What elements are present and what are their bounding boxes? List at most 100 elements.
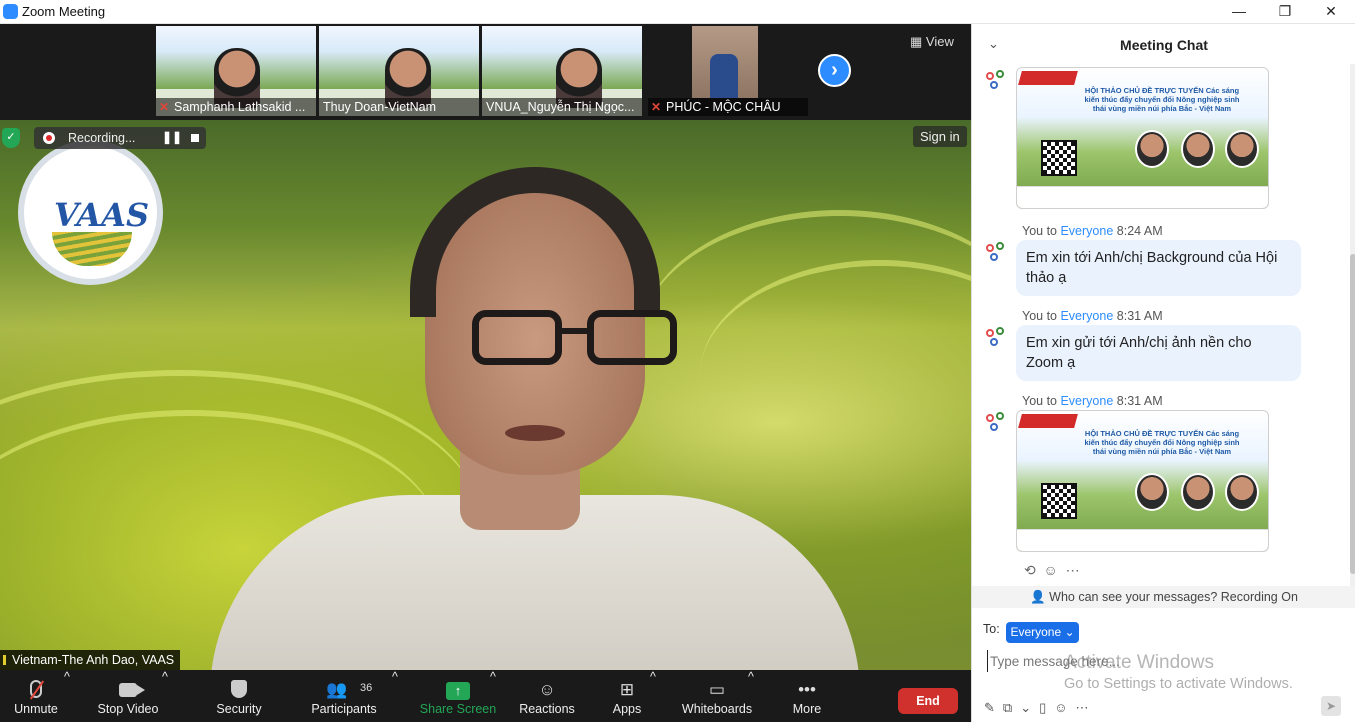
restore-button[interactable]: ❐ <box>1262 0 1308 24</box>
next-page-button[interactable]: › <box>818 54 851 87</box>
chat-title: Meeting Chat <box>1120 37 1208 53</box>
participant-name: Thuy Doan-VietNam <box>319 98 479 116</box>
format-icon[interactable]: ✎ <box>984 700 1003 715</box>
image-sponsor-footer <box>1017 529 1268 551</box>
avatar <box>986 70 1010 94</box>
recipient-link[interactable]: Everyone <box>1060 224 1113 238</box>
add-reaction-icon[interactable]: ☺ <box>1044 562 1058 578</box>
window-titlebar: Zoom Meeting — ❐ ✕ <box>0 0 1355 24</box>
message-time: 8:31 AM <box>1116 309 1163 323</box>
stop-video-button[interactable]: Stop Video <box>92 670 164 722</box>
chat-message: Em xin gửi tới Anh/chị ảnh nền cho Zoom … <box>1016 325 1301 381</box>
image-title: HỘI THẢO CHỦ ĐỀ TRỰC TUYẾN Các sáng kiến… <box>1084 429 1240 456</box>
window-title: Zoom Meeting <box>22 4 106 19</box>
image-speaker-photo <box>1181 473 1215 511</box>
mic-muted-icon: ✕ <box>651 100 662 114</box>
participants-count: 36 <box>360 682 373 694</box>
meeting-toolbar: Unmute ^ Stop Video ^ Security 👥 Partici… <box>0 670 971 722</box>
participants-label: Participants <box>311 702 377 716</box>
privacy-notice[interactable]: 👤 Who can see your messages? Recording O… <box>972 586 1355 608</box>
rice-field-graphic <box>52 232 132 266</box>
smiley-icon: ☺ <box>538 680 556 699</box>
reactions-button[interactable]: ☺ Reactions <box>516 670 578 722</box>
whiteboards-button[interactable]: ▭ Whiteboards <box>678 670 756 722</box>
end-meeting-button[interactable]: End <box>898 688 958 714</box>
screenshot-icon[interactable]: ⧉ <box>1003 700 1020 715</box>
participant-thumbnail[interactable]: PHÚC - MỘC CHÂU ✕ <box>648 26 808 116</box>
encryption-shield-icon[interactable]: ✓ <box>2 128 20 148</box>
message-meta: You to Everyone 8:31 AM <box>1022 394 1163 408</box>
image-speaker-photo <box>1181 130 1215 168</box>
more-dots-icon: ••• <box>798 680 816 699</box>
file-icon[interactable]: ▯ <box>1039 700 1054 715</box>
qr-code <box>1041 483 1077 519</box>
chevron-down-icon: ⌄ <box>1064 625 1075 639</box>
recipient-value: Everyone <box>1010 625 1062 639</box>
activate-windows-subtext: Go to Settings to activate Windows. <box>1064 676 1293 692</box>
qr-code <box>1041 140 1077 176</box>
minimize-button[interactable]: — <box>1216 0 1262 24</box>
apps-icon: ⊞ <box>619 680 635 699</box>
participant-name: PHÚC - MỘC CHÂU <box>648 98 808 116</box>
unmute-button[interactable]: Unmute <box>8 670 64 722</box>
participant-strip: Samphanh Lathsakid ... ✕ Thuy Doan-VietN… <box>0 24 971 118</box>
recipient-link[interactable]: Everyone <box>1060 309 1113 323</box>
participant-video <box>692 26 758 98</box>
chat-image-attachment[interactable]: HỘI THẢO CHỦ ĐỀ TRỰC TUYẾN Các sáng kiến… <box>1016 410 1269 552</box>
speaker-name-label: Vietnam-The Anh Dao, VAAS <box>0 650 181 670</box>
participant-thumbnail[interactable]: VNUA_Nguyễn Thị Ngọc... <box>482 26 642 116</box>
image-badge <box>1018 414 1078 428</box>
recipient-link[interactable]: Everyone <box>1060 394 1113 408</box>
share-screen-button[interactable]: ↑ Share Screen <box>418 670 498 722</box>
speaker-person <box>210 165 860 670</box>
sign-in-button[interactable]: Sign in <box>913 126 967 147</box>
apps-options-chevron-icon[interactable]: ^ <box>650 670 656 722</box>
mouth <box>505 425 565 441</box>
more-button[interactable]: ••• More <box>786 670 828 722</box>
vaas-logo: VAAS <box>18 140 163 285</box>
emoji-icon[interactable]: ☺ <box>1054 700 1075 715</box>
recipient-dropdown[interactable]: Everyone ⌄ <box>1006 622 1079 643</box>
audio-options-chevron-icon[interactable]: ^ <box>64 670 70 722</box>
meeting-chat-panel: ⌄ Meeting Chat HỘI THẢO CHỦ ĐỀ TRỰC TUYẾ… <box>971 24 1355 722</box>
whiteboards-options-chevron-icon[interactable]: ^ <box>748 670 754 722</box>
more-options-icon[interactable]: ⋯ <box>1066 562 1080 578</box>
apps-label: Apps <box>612 702 642 716</box>
stop-recording-button[interactable] <box>191 134 199 142</box>
view-button[interactable]: ▦ View <box>910 34 954 50</box>
apps-button[interactable]: ⊞ Apps <box>606 670 648 722</box>
image-speaker-photo <box>1135 473 1169 511</box>
message-time: 8:31 AM <box>1116 394 1163 408</box>
participants-button[interactable]: 👥 Participants <box>308 670 380 722</box>
chat-scrollbar[interactable] <box>1350 64 1355 604</box>
reply-icon[interactable]: ⟲ <box>1024 562 1036 578</box>
chat-image-attachment[interactable]: HỘI THẢO CHỦ ĐỀ TRỰC TUYẾN Các sáng kiến… <box>1016 67 1269 209</box>
send-button[interactable]: ➤ <box>1321 696 1341 716</box>
chevron-down-icon[interactable]: ⌄ <box>1020 700 1039 715</box>
share-screen-label: Share Screen <box>419 702 497 716</box>
participant-thumbnail[interactable]: Thuy Doan-VietNam <box>319 26 479 116</box>
pause-recording-button[interactable]: ❚❚ <box>162 130 182 144</box>
shield-icon <box>231 680 247 698</box>
security-button[interactable]: Security <box>210 670 268 722</box>
input-toolbar: ✎⧉⌄▯☺⋯ <box>984 700 1097 716</box>
video-options-chevron-icon[interactable]: ^ <box>162 670 168 722</box>
image-speaker-photo <box>1225 130 1259 168</box>
chat-header: ⌄ Meeting Chat <box>972 24 1355 64</box>
avatar <box>986 412 1010 436</box>
message-meta: You to Everyone 8:24 AM <box>1022 224 1163 238</box>
participant-thumbnail[interactable]: Samphanh Lathsakid ... ✕ <box>156 26 316 116</box>
image-title: HỘI THẢO CHỦ ĐỀ TRỰC TUYẾN Các sáng kiến… <box>1084 86 1240 113</box>
recording-indicator: Recording... ❚❚ <box>34 127 206 149</box>
more-options-icon[interactable]: ⋯ <box>1076 700 1097 715</box>
participants-options-chevron-icon[interactable]: ^ <box>392 670 398 722</box>
share-options-chevron-icon[interactable]: ^ <box>490 670 496 722</box>
hair <box>410 167 660 317</box>
view-label: View <box>925 34 954 49</box>
message-actions: ⟲ ☺ ⋯ <box>1024 562 1080 579</box>
scrollbar-thumb[interactable] <box>1350 254 1355 574</box>
zoom-logo-icon <box>3 4 18 19</box>
whiteboard-icon: ▭ <box>708 680 726 699</box>
close-button[interactable]: ✕ <box>1308 0 1354 24</box>
image-speaker-photo <box>1225 473 1259 511</box>
